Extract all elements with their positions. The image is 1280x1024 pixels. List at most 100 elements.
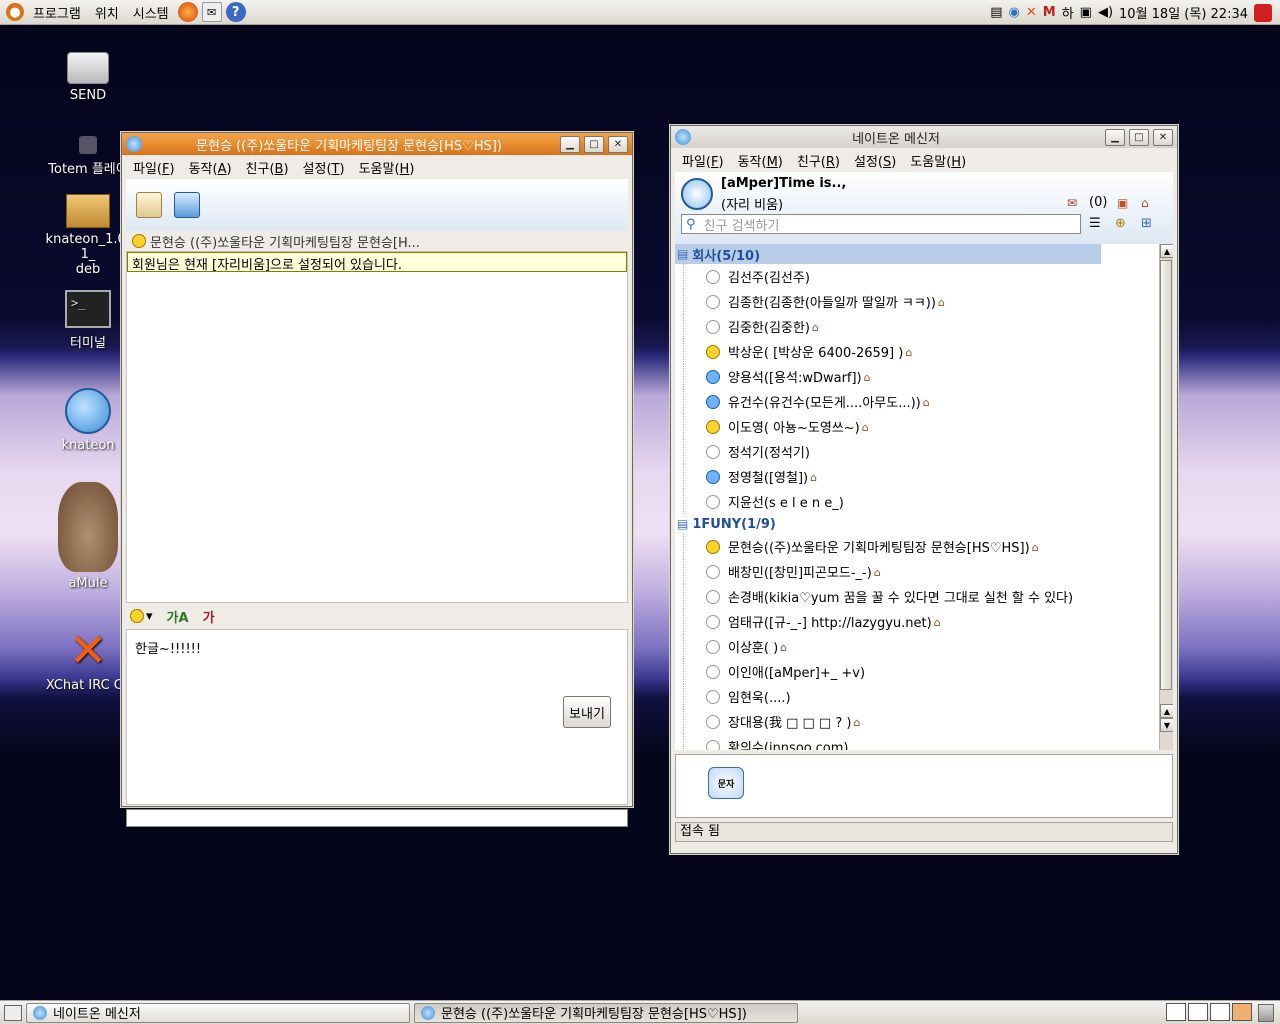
message-compose-area[interactable]: 한글~!!!!!! 보내기 [126,629,628,805]
minihompy-home-icon[interactable]: ⌂ [1032,541,1046,554]
minimize-button[interactable]: ▁ [1105,128,1125,146]
volume-icon[interactable]: ◀) [1098,5,1113,20]
buddy-list-scrollbar[interactable]: ▲ ▲ ▼ [1159,244,1173,750]
profile-name[interactable]: [aMper]Time is.., [721,176,846,191]
scroll-thumb[interactable] [1160,260,1172,690]
minihompy-home-icon[interactable]: ⌂ [923,396,937,409]
close-button[interactable]: ✕ [608,135,628,153]
sms-icon[interactable]: 문자 [708,767,744,799]
menu-system[interactable]: 시스템 [126,3,176,22]
maximize-button[interactable]: □ [1129,128,1149,146]
menu-places[interactable]: 위치 [88,3,126,22]
chat-window-titlebar[interactable]: 문현승 ((주)쏘울타운 기획마케팅팀장 문현승[HS♡HS]) ▁ □ ✕ [122,133,632,155]
mail-count[interactable]: (0) [1089,195,1107,210]
buddy-row[interactable]: 문현승((주)쏘울타운 기획마케팅팀장 문현승[HS♡HS]) ⌂ [683,534,1151,559]
buddy-row[interactable]: 이도영( 아뇽~도영쓰~) ⌂ [683,414,1151,439]
color-button[interactable]: 가 [203,607,215,626]
buddy-row[interactable]: 이상훈( ) ⌂ [683,634,1151,659]
minihompy-home-icon[interactable]: ⌂ [862,421,876,434]
buddy-row[interactable]: 지윤선(s e l e n e_) [683,489,1151,514]
friend-search-input[interactable]: ⚲ 친구 검색하기 [681,214,1081,234]
minihompy-home-icon[interactable]: ⌂ [810,471,824,484]
buddy-row[interactable]: 유건수(유건수(모든게....아무도...)) ⌂ [683,389,1151,414]
minihompy-icon[interactable]: ▣ [1117,196,1128,210]
emoticon-dropdown-icon[interactable]: ▾ [130,609,153,624]
buddy-row[interactable]: 임현욱(....) [683,684,1151,709]
messenger-titlebar[interactable]: 네이트온 메신저 ▁ □ ✕ [671,126,1177,148]
menu-action[interactable]: 동작(M) [731,151,790,170]
minihompy-home-icon[interactable]: ⌂ [905,346,919,359]
minihompy-home-icon[interactable]: ⌂ [780,641,794,654]
message-input[interactable]: 한글~!!!!!! [135,638,201,657]
scroll-up-button-lower[interactable]: ▲ [1160,704,1173,718]
monitor-tray-icon[interactable]: ▣ [1080,5,1092,20]
scroll-up-button[interactable]: ▲ [1160,244,1173,258]
minimize-button[interactable]: ▁ [560,135,580,153]
minihompy-home-icon[interactable]: ⌂ [874,566,888,579]
workspace-3[interactable] [1210,1003,1230,1021]
menu-help[interactable]: 도움말(H) [903,151,973,170]
xchat-tray-icon[interactable]: ✕ [1026,5,1037,20]
buddy-row[interactable]: 장대용(我 □ □ □ ? ) ⌂ [683,709,1151,734]
buddy-row[interactable]: 손경배(kikia♡yum 꿈을 꿀 수 있다면 그대로 실천 할 수 있다) [683,584,1151,609]
buddy-row[interactable]: 이인애([aMper]+_ +v) [683,659,1151,684]
minihompy-home-icon[interactable]: ⌂ [812,321,826,334]
minihompy-home-icon[interactable]: ⌂ [864,371,878,384]
menu-action[interactable]: 동작(A) [182,158,239,177]
group-header[interactable]: ▤ 회사(5/10) [675,244,1101,264]
buddy-row[interactable]: 엄태규([규-_-] http://lazygyu.net) ⌂ [683,609,1151,634]
menu-applications[interactable]: 프로그램 [26,3,88,22]
group-header[interactable]: ▤ 1FUNY(1/9) [675,514,1151,534]
buddy-row[interactable]: 김선주(김선주) [683,264,1151,289]
task-chat[interactable]: 문현승 ((주)쏘울타운 기획마케팅팀장 문현승[HS♡HS]) [414,1002,798,1023]
minihompy-home-icon[interactable]: ⌂ [938,296,952,309]
scroll-down-button[interactable]: ▼ [1160,718,1173,732]
task-messenger[interactable]: 네이트온 메신저 [26,1002,410,1023]
workspace-4[interactable] [1232,1003,1252,1021]
maximize-button[interactable]: □ [584,135,604,153]
clock[interactable]: 10월 18일 (목) 22:34 [1119,3,1248,22]
buddy-row[interactable]: 김중한(김중한) ⌂ [683,314,1151,339]
buddy-row[interactable]: 정석기(정석기) [683,439,1151,464]
help-launcher-icon[interactable]: ? [225,2,246,22]
menu-file[interactable]: 파일(F) [126,158,182,177]
workspace-switcher[interactable] [1166,1003,1252,1021]
menu-friend[interactable]: 친구(R) [790,151,847,170]
add-friend-icon[interactable]: ⊕ [1115,216,1126,231]
workspace-2[interactable] [1188,1003,1208,1021]
firefox-launcher-icon[interactable] [177,2,198,22]
menu-settings[interactable]: 설정(T) [296,158,352,177]
workspace-1[interactable] [1166,1003,1186,1021]
desktop-icon-send[interactable]: SEND [40,52,136,103]
away-clock-icon[interactable] [681,178,713,210]
font-button[interactable]: 가A [167,607,189,626]
network-tray-icon[interactable]: ◉ [1009,5,1020,20]
menu-settings[interactable]: 설정(S) [847,151,903,170]
menu-help[interactable]: 도움말(H) [352,158,422,177]
home-icon[interactable]: ⌂ [1141,196,1149,210]
buddy-list[interactable]: ▤ 회사(5/10) 김선주(김선주) 김종한(김종한(아들일까 딸일까 ㅋㅋ)) ⌂ 김… [675,244,1173,750]
chat-transcript[interactable]: 회원님은 현재 [자리비움]으로 설정되어 있습니다. [126,251,628,603]
profile-status[interactable]: (자리 비움) [721,194,783,213]
minihompy-home-icon[interactable]: ⌂ [934,616,948,629]
trash-icon[interactable] [1258,1004,1274,1022]
menu-file[interactable]: 파일(F) [675,151,731,170]
buddy-row[interactable]: 배창민([창민]피곤모드-_-) ⌂ [683,559,1151,584]
menu-friend[interactable]: 친구(B) [239,158,296,177]
minihompy-home-icon[interactable]: ⌂ [853,716,867,729]
drive-tray-icon[interactable]: ▤ [990,5,1002,20]
save-disk-icon[interactable] [174,192,200,218]
list-view-icon[interactable]: ☰ [1089,216,1101,231]
buddy-row[interactable]: 박상운( [박상운 6400-2659] ) ⌂ [683,339,1151,364]
buddy-row[interactable]: 정영철([영철]) ⌂ [683,464,1151,489]
send-button[interactable]: 보내기 [563,696,611,728]
add-group-icon[interactable]: ⊞ [1141,216,1152,231]
mail-icon[interactable]: ✉ [1067,196,1077,210]
buddy-row[interactable]: 양용석([용석:wDwarf]) ⌂ [683,364,1151,389]
buddy-row[interactable]: 김종한(김종한(아들일까 딸일까 ㅋㅋ)) ⌂ [683,289,1151,314]
close-button[interactable]: ✕ [1153,128,1173,146]
mail-launcher-icon[interactable]: ✉ [201,2,222,22]
scroll-paper-icon[interactable] [136,192,162,218]
input-method-indicator[interactable]: 하 [1062,3,1074,22]
power-icon[interactable] [1254,3,1272,22]
